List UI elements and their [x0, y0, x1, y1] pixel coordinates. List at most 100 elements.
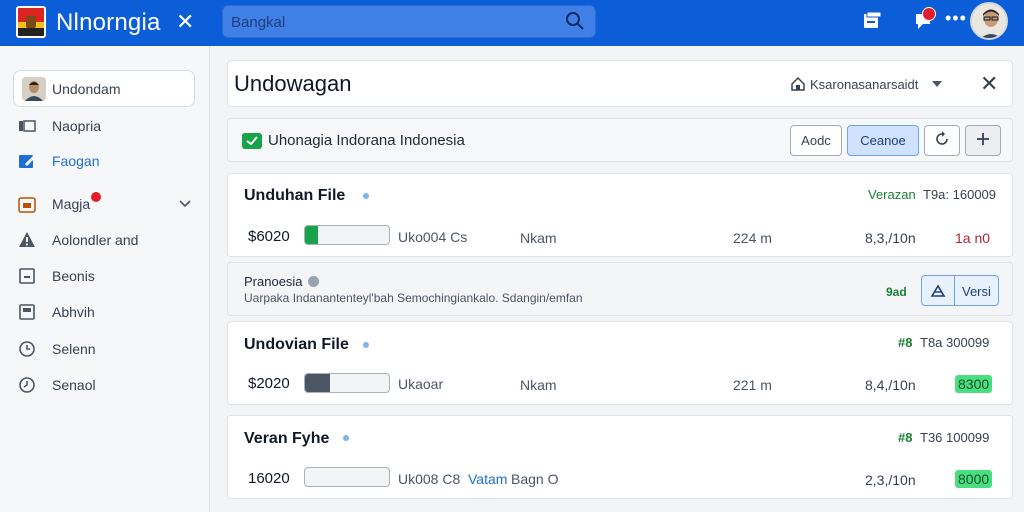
progress-fill [305, 226, 318, 244]
flag-icon[interactable] [16, 6, 46, 38]
clock-icon [19, 377, 35, 393]
refresh-icon [936, 131, 948, 145]
square-icon [19, 268, 35, 284]
progress-bar[interactable] [304, 467, 390, 487]
notification-badge [922, 7, 936, 21]
file-price: $6020 [248, 228, 290, 245]
sidebar-item-label: Senaol [52, 377, 96, 393]
file-title: Unduhan File [244, 187, 346, 204]
user-avatar [22, 77, 46, 101]
sidebar-item-label: Naopria [52, 118, 102, 134]
info-icon[interactable] [308, 276, 319, 287]
sidebar-item-naopria[interactable]: Naopria [18, 114, 198, 138]
file-amount: 8,3,/10n [865, 230, 916, 246]
notification-badge [91, 192, 101, 202]
close-icon[interactable]: ✕ [176, 9, 194, 35]
user-selector[interactable]: Undondam [13, 70, 195, 107]
clock-icon [19, 341, 35, 357]
file-code: Uko004 Cs [398, 229, 468, 245]
file-price: 16020 [248, 470, 290, 487]
toolbar: Uhonagia Indorana Indonesia Aodc Ceanoe [227, 118, 1013, 162]
share-icon [930, 284, 946, 297]
info-title: Pranoesia [244, 274, 303, 289]
file-amount: 8,4,/10n [865, 377, 916, 393]
top-bar: Nlnorngia ✕ ••• [0, 0, 1024, 46]
file-type: Nkam [520, 230, 557, 246]
sidebar-item-selenn[interactable]: Selenn [18, 337, 198, 361]
sidebar-item-label: Aolondler and [52, 232, 139, 248]
file-title: Undovian File [244, 336, 349, 353]
chevron-down-icon [932, 81, 942, 87]
user-name: Undondam [52, 81, 121, 97]
status-badge: 1a n0 [955, 230, 991, 246]
search-input[interactable] [231, 11, 561, 33]
pin-icon [977, 133, 989, 145]
more-icon[interactable]: ••• [945, 8, 967, 29]
page-header: Undowagan Ksaronasanarsaidt ✕ [227, 60, 1013, 107]
avatar[interactable] [970, 2, 1008, 40]
version-button-label: Versi [962, 284, 991, 299]
print-icon[interactable] [860, 10, 884, 34]
version-number: T36 100099 [920, 430, 990, 445]
file-amount: 2,3,/10n [865, 472, 916, 488]
refresh-button[interactable] [924, 125, 960, 156]
sidebar-item-label: Magja [52, 196, 91, 212]
info-description: Uarpaka Indanantenteyl'bah Semochingiank… [244, 291, 583, 305]
info-row: Pranoesia Uarpaka Indanantenteyl'bah Sem… [227, 262, 1013, 316]
chevron-down-icon[interactable] [178, 196, 192, 210]
sidebar-item-label: Beonis [52, 268, 95, 284]
file-type: Nkam [520, 377, 557, 393]
file-price: $2020 [248, 375, 290, 392]
file-card[interactable]: Veran Fyhe #8 T36 100099 16020 Uk008 C8 … [227, 415, 1013, 499]
version-button[interactable]: Versi [921, 275, 999, 306]
check-icon[interactable] [242, 133, 262, 149]
status-badge: 8000 [955, 470, 993, 488]
file-code: Uk008 C8 [398, 471, 461, 487]
toolbar-label: Uhonagia Indorana Indonesia [268, 132, 465, 149]
status-badge: 8300 [955, 375, 993, 393]
version-label: #8 [898, 335, 913, 350]
sidebar-item-magja[interactable]: Magja [18, 192, 198, 216]
sidebar-item-faogan[interactable]: Faogan [18, 149, 198, 173]
folder-icon [19, 120, 36, 132]
version-number: T9a: 160009 [923, 187, 997, 202]
file-title: Veran Fyhe [244, 430, 330, 447]
sidebar-item-label: Faogan [52, 153, 100, 169]
search-icon[interactable] [565, 11, 585, 31]
box-icon [19, 304, 35, 320]
file-code: Ukaoar [398, 376, 444, 392]
save-button[interactable]: Ceanoe [847, 125, 919, 156]
sidebar-item-label: Abhvih [52, 304, 95, 320]
pin-button[interactable] [965, 125, 1001, 156]
sidebar: Undondam Naopria Faogan Magja Aolondler … [0, 46, 210, 512]
calendar-icon [18, 197, 36, 213]
progress-bar[interactable] [304, 373, 390, 393]
sparkle-icon [343, 435, 349, 441]
edit-icon [19, 155, 35, 168]
sidebar-item-abhvih[interactable]: Abhvih [18, 300, 198, 324]
file-card[interactable]: Undovian File #8 T8a 300099 $2020 Ukaoar… [227, 321, 1013, 405]
app-title: Nlnorngia [56, 9, 161, 36]
progress-bar[interactable] [304, 225, 390, 245]
version-label: Verazan [868, 187, 916, 202]
version-label: #8 [898, 430, 913, 445]
close-icon[interactable]: ✕ [980, 71, 998, 97]
sidebar-item-senaol[interactable]: Senaol [18, 373, 198, 397]
file-code-suffix: Bagn O [511, 471, 559, 487]
page-title: Undowagan [234, 71, 352, 96]
sparkle-icon [363, 342, 369, 348]
sidebar-item-label: Selenn [52, 341, 96, 357]
warning-icon [19, 232, 35, 247]
search-bar[interactable] [222, 5, 596, 38]
file-code-link[interactable]: Vatam [468, 471, 507, 487]
add-button[interactable]: Aodc [790, 125, 842, 156]
location-dropdown[interactable]: Ksaronasanarsaidt [790, 75, 950, 95]
location-label: Ksaronasanarsaidt [810, 77, 919, 92]
file-size: 224 m [733, 230, 772, 246]
sidebar-item-aolondler[interactable]: Aolondler and [18, 228, 198, 252]
info-flag: 9ad [886, 285, 907, 299]
sidebar-item-beonis[interactable]: Beonis [18, 264, 198, 288]
home-icon [791, 76, 805, 91]
file-card[interactable]: Unduhan File Verazan T9a: 160009 $6020 U… [227, 173, 1013, 257]
file-size: 221 m [733, 377, 772, 393]
